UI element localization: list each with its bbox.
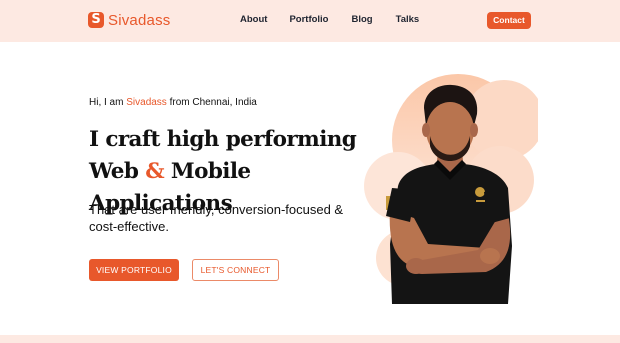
nav-link-about[interactable]: About [240,14,267,25]
top-navbar: S Sivadass About Portfolio Blog Talks Co… [0,0,620,42]
headline-web: Web [89,159,139,184]
profile-portrait [364,74,538,304]
nav-link-talks[interactable]: Talks [396,14,420,25]
hero-subtitle: That are user friendly, conversion-focus… [89,202,344,234]
greeting-prefix: Hi, I am [89,97,127,108]
nav-link-blog[interactable]: Blog [352,14,373,25]
headline-line-1: I craft high performing [89,127,357,152]
greeting-name: Sivadass [126,97,167,108]
brand-name: Sivadass [108,11,171,29]
hero-greeting: Hi, I am Sivadass from Chennai, India [89,97,257,108]
headline-ampersand: & [145,159,165,184]
nav-links: About Portfolio Blog Talks [240,14,441,25]
contact-button[interactable]: Contact [487,12,531,29]
footer-strip [0,335,620,343]
view-portfolio-button[interactable]: VIEW PORTFOLIO [89,259,179,281]
s-logo-icon: S [88,12,104,28]
brand-logo[interactable]: S Sivadass [88,11,170,29]
nav-link-portfolio[interactable]: Portfolio [289,14,328,25]
lets-connect-button[interactable]: LET'S CONNECT [192,259,279,281]
greeting-suffix: from Chennai, India [166,97,257,108]
